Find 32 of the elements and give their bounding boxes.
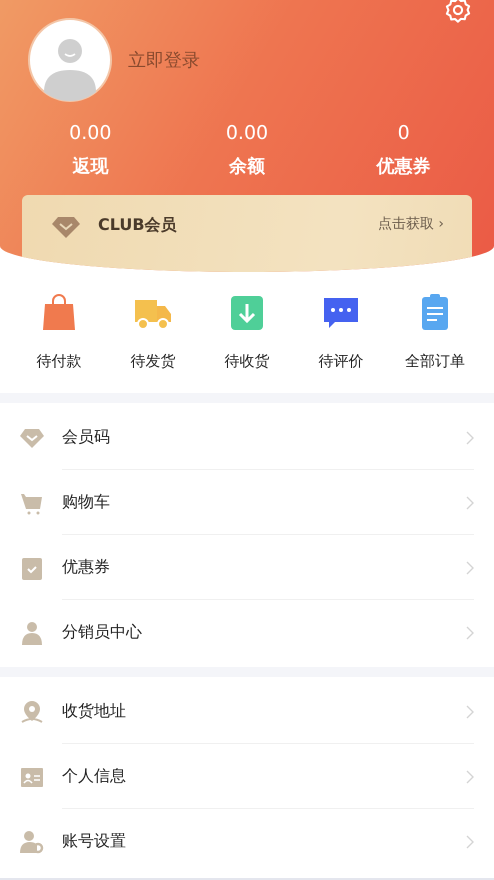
avatar[interactable] [28, 18, 112, 102]
chevron-right-icon [466, 704, 474, 718]
settings-icon[interactable] [444, 0, 472, 24]
chevron-right-icon [466, 496, 474, 510]
order-item[interactable]: 全部订单 [388, 292, 482, 371]
order-item[interactable]: 待付款 [12, 292, 106, 371]
clipboard-check-icon [20, 556, 44, 580]
menu-item[interactable]: 分销员中心 [0, 600, 494, 665]
menu-item[interactable]: 购物车 [0, 470, 494, 535]
chevron-right-icon [466, 834, 474, 848]
order-item[interactable]: 待收货 [200, 292, 294, 371]
menu-item[interactable]: 收货地址 [0, 679, 494, 744]
menu-item[interactable]: 优惠券 [0, 535, 494, 600]
club-title: CLUB会员 [98, 215, 177, 236]
chevron-right-icon [466, 430, 474, 444]
chevron-right-icon [466, 626, 474, 640]
stat-value: 0.00 [226, 122, 268, 144]
menu-item[interactable]: 账号设置 [0, 809, 494, 874]
club-action[interactable]: 点击获取 › [378, 215, 444, 233]
person-icon [20, 620, 44, 644]
order-item[interactable]: 待评价 [294, 292, 388, 371]
stat-value: 0.00 [69, 122, 112, 144]
user-gear-icon [20, 830, 44, 854]
stat-value: 0 [398, 122, 410, 144]
diamond-icon [52, 216, 80, 238]
order-item[interactable]: 待发货 [106, 292, 200, 371]
menu-item[interactable]: 个人信息 [0, 744, 494, 809]
chevron-right-icon [466, 560, 474, 574]
location-pin-icon [20, 700, 44, 724]
chevron-right-icon [466, 770, 474, 784]
menu-item[interactable]: 会员码 [0, 405, 494, 470]
club-card[interactable]: CLUB会员 点击获取 › [22, 195, 472, 272]
